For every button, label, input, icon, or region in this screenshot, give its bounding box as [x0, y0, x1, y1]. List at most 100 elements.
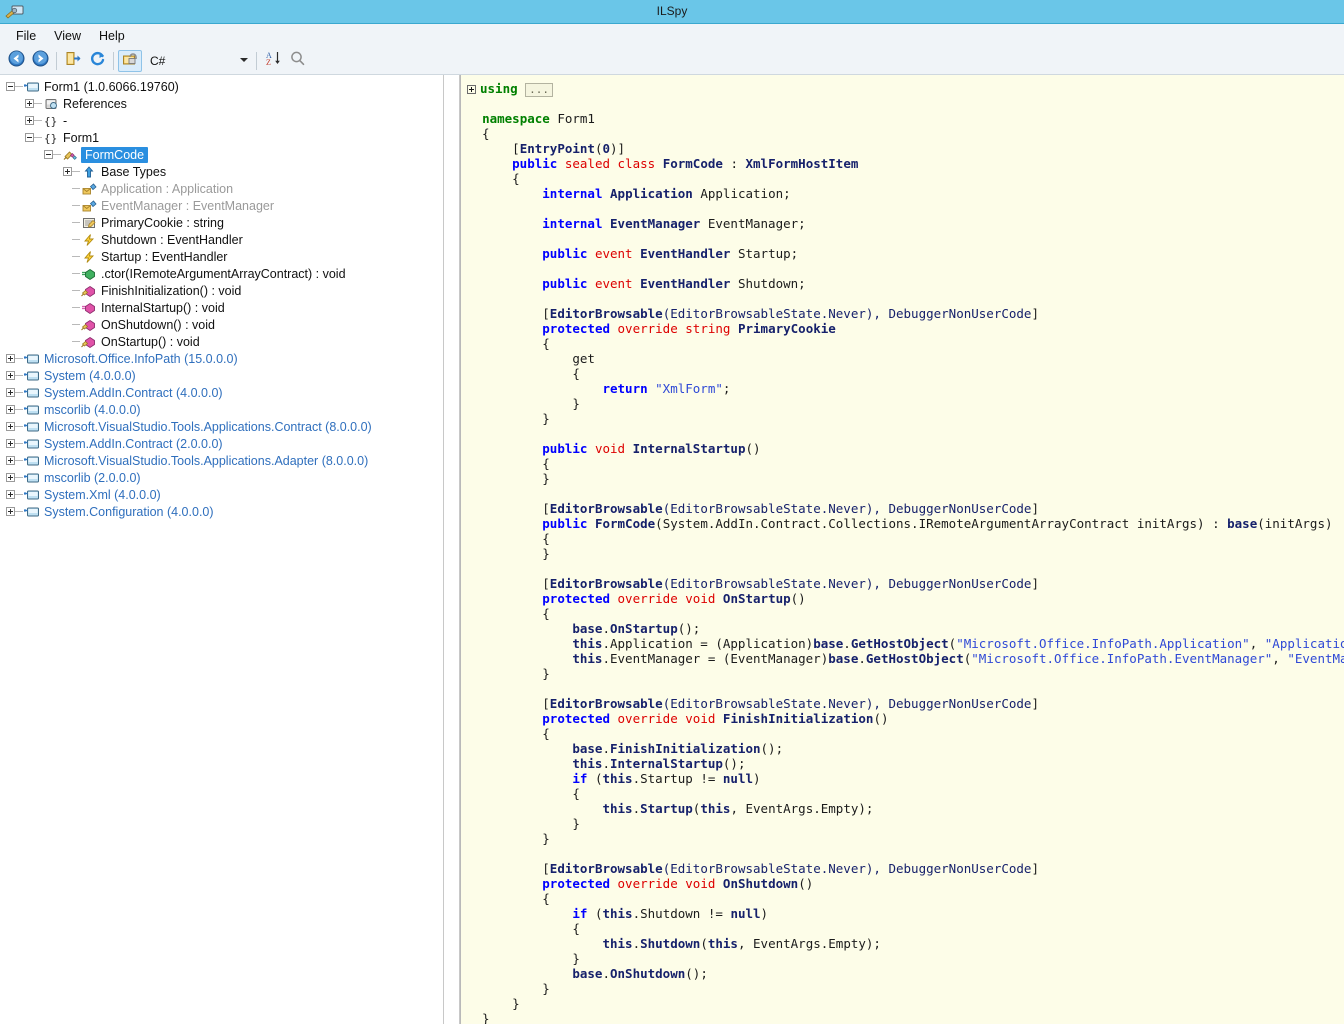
tree-node[interactable]: PrimaryCookie : string — [0, 214, 442, 231]
code-token: if — [572, 906, 588, 921]
tree-node[interactable]: Microsoft.VisualStudio.Tools.Application… — [0, 452, 442, 469]
code-line: { — [461, 366, 1344, 381]
code-token: class — [617, 156, 656, 171]
tree-node[interactable]: FinishInitialization() : void — [0, 282, 442, 299]
decompile-toggle-button[interactable] — [118, 50, 142, 72]
tree-expand-icon[interactable] — [25, 116, 34, 125]
sort-button[interactable]: A Z — [261, 50, 285, 72]
tree-connector — [72, 197, 80, 214]
decompiler-view[interactable]: using ... namespace Form1 { [EntryPoint(… — [460, 75, 1344, 1024]
search-button[interactable] — [285, 50, 309, 72]
tree-node[interactable]: EventManager : EventManager — [0, 197, 442, 214]
code-token: () — [745, 441, 761, 456]
tree-node[interactable]: OnStartup() : void — [0, 333, 442, 350]
tree-node[interactable]: mscorlib (4.0.0.0) — [0, 401, 442, 418]
tree-expand-icon[interactable] — [6, 405, 15, 414]
tree-node[interactable]: Microsoft.VisualStudio.Tools.Application… — [0, 418, 442, 435]
code-token: : — [722, 156, 746, 171]
tree-node[interactable]: Shutdown : EventHandler — [0, 231, 442, 248]
tree-node[interactable]: {} - — [0, 112, 442, 129]
code-line: namespace Form1 — [461, 111, 1344, 126]
menu-item-view[interactable]: View — [46, 27, 91, 45]
tree-expand-icon[interactable] — [63, 167, 72, 176]
property-icon — [80, 215, 97, 231]
tree-node[interactable]: Base Types — [0, 163, 442, 180]
tree-node[interactable]: System.AddIn.Contract (2.0.0.0) — [0, 435, 442, 452]
code-token: (); — [677, 621, 701, 636]
refresh-icon — [89, 50, 106, 72]
collapsed-region-placeholder[interactable]: ... — [525, 82, 554, 97]
tree-expand-icon[interactable] — [6, 388, 15, 397]
tree-node[interactable]: Form1 (1.0.6066.19760) — [0, 78, 442, 95]
tree-node-label: System.Configuration (4.0.0.0) — [44, 504, 214, 519]
tree-collapse-icon[interactable] — [6, 82, 15, 91]
code-line: } — [461, 981, 1344, 996]
tree-node[interactable]: mscorlib (2.0.0.0) — [0, 469, 442, 486]
code-token: { — [467, 336, 550, 351]
tree-expand-icon[interactable] — [6, 354, 15, 363]
menu-item-help[interactable]: Help — [91, 27, 135, 45]
tree-node[interactable]: {} Form1 — [0, 129, 442, 146]
assembly-icon — [23, 368, 40, 384]
code-token: . — [602, 621, 610, 636]
tree-node[interactable]: .ctor(IRemoteArgumentArrayContract) : vo… — [0, 265, 442, 282]
forward-button[interactable] — [28, 50, 52, 72]
back-button[interactable] — [4, 50, 28, 72]
tree-node[interactable]: System.Configuration (4.0.0.0) — [0, 503, 442, 520]
tree-node[interactable]: System (4.0.0.0) — [0, 367, 442, 384]
tree-expand-icon[interactable] — [25, 99, 34, 108]
tree-collapse-icon[interactable] — [44, 150, 53, 159]
code-token: Form1 — [549, 111, 595, 126]
code-token: 0 — [602, 141, 611, 156]
tree-expand-icon[interactable] — [6, 439, 15, 448]
tree-node-label: EventManager : EventManager — [101, 198, 275, 213]
code-token: { — [467, 891, 550, 906]
tree-node-label: Microsoft.VisualStudio.Tools.Application… — [44, 419, 372, 434]
assembly-tree[interactable]: Form1 (1.0.6066.19760) References{} -{} For… — [0, 75, 443, 1024]
code-token: () — [790, 591, 806, 606]
pane-splitter[interactable] — [443, 75, 460, 1024]
tree-node[interactable]: Microsoft.Office.InfoPath (15.0.0.0) — [0, 350, 442, 367]
code-line: { — [461, 531, 1344, 546]
tree-connector — [15, 78, 23, 95]
tree-expand-icon[interactable] — [6, 507, 15, 516]
tree-node[interactable]: System.AddIn.Contract (4.0.0.0) — [0, 384, 442, 401]
code-token: public — [512, 156, 558, 171]
code-line: [EditorBrowsable(EditorBrowsableState.Ne… — [461, 576, 1344, 591]
tree-node[interactable]: FormCode — [0, 146, 442, 163]
tree-expand-icon[interactable] — [6, 456, 15, 465]
code-token: DebuggerNonUserCode — [888, 306, 1032, 321]
code-token: Startup — [640, 801, 693, 816]
tree-expand-icon[interactable] — [6, 371, 15, 380]
code-token: override — [617, 321, 678, 336]
menu-item-file[interactable]: File — [8, 27, 46, 45]
tree-expand-icon[interactable] — [6, 422, 15, 431]
tree-node[interactable]: InternalStartup() : void — [0, 299, 442, 316]
tree-node[interactable]: Application : Application — [0, 180, 442, 197]
code-token: Shutdown; — [730, 276, 806, 291]
code-token: sealed — [564, 156, 610, 171]
refresh-button[interactable] — [85, 50, 109, 72]
tree-node[interactable]: OnShutdown() : void — [0, 316, 442, 333]
tree-expand-icon[interactable] — [6, 473, 15, 482]
tree-connector — [15, 384, 23, 401]
code-token: base — [572, 741, 603, 756]
tree-node[interactable]: Startup : EventHandler — [0, 248, 442, 265]
open-assembly-button[interactable] — [61, 50, 85, 72]
language-combo[interactable]: C# — [146, 51, 252, 71]
tree-expand-icon[interactable] — [6, 490, 15, 499]
field-internal-icon — [80, 198, 97, 214]
tree-collapse-icon[interactable] — [25, 133, 34, 142]
tree-node[interactable]: System.Xml (4.0.0.0) — [0, 486, 442, 503]
tree-node[interactable]: References — [0, 95, 442, 112]
fold-toggle-icon[interactable] — [467, 85, 476, 94]
